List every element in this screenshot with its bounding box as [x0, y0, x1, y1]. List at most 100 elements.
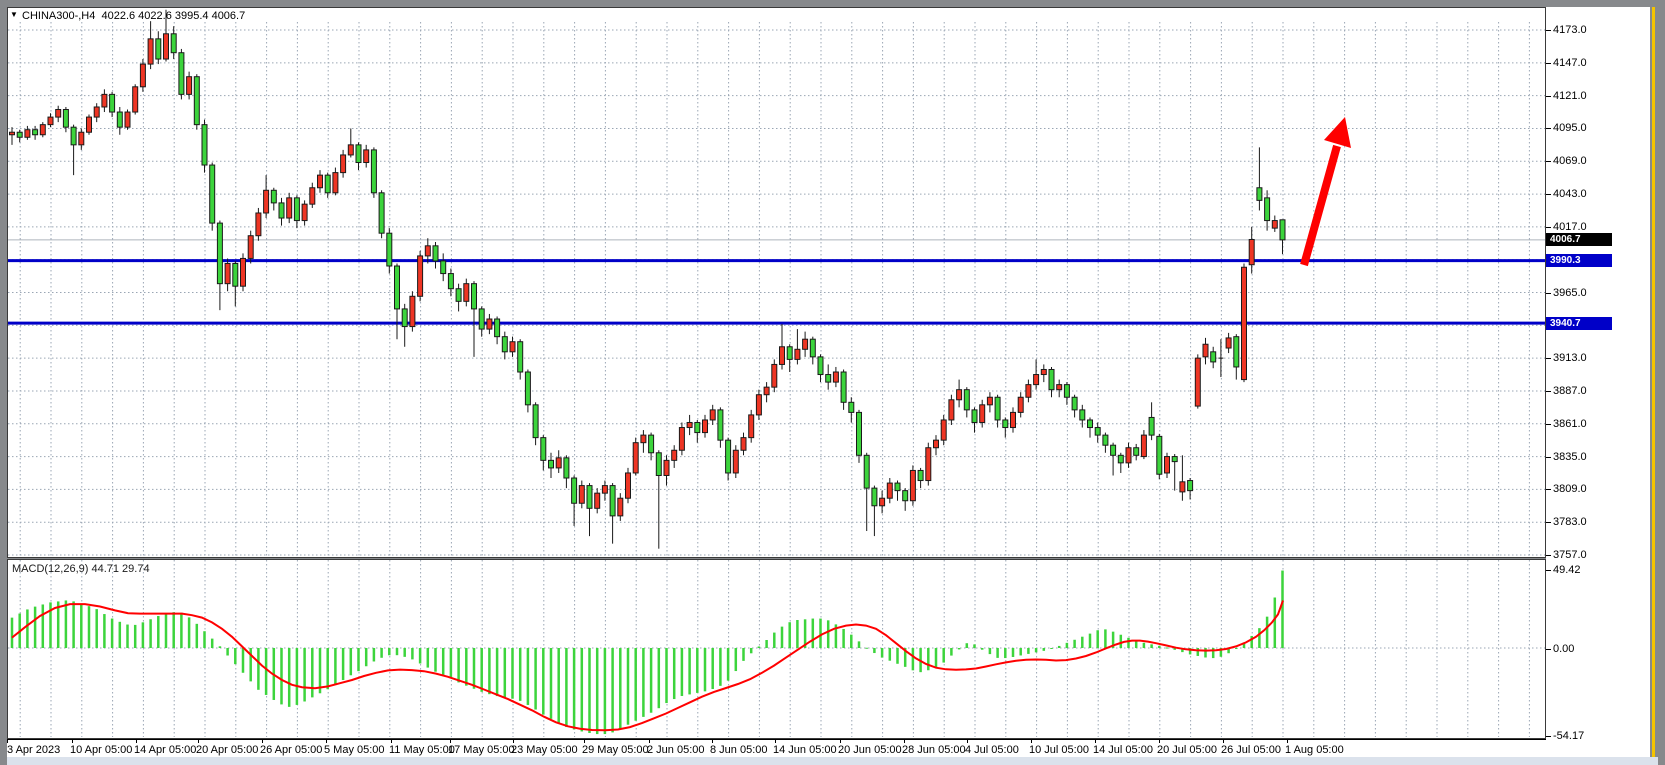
time-axis-tick	[775, 740, 776, 743]
macd-chart[interactable]	[8, 560, 1545, 738]
price-axis-label: 3913.0	[1553, 352, 1587, 364]
time-axis-tick	[198, 740, 199, 743]
macd-axis-tick	[1546, 649, 1551, 650]
time-axis-tick	[450, 740, 451, 743]
time-axis-tick	[840, 740, 841, 743]
candlestick-chart[interactable]	[8, 8, 1545, 557]
window-bottom-strip	[7, 757, 1658, 765]
price-axis-tick	[1546, 96, 1551, 97]
time-axis-tick	[649, 740, 650, 743]
price-axis-tick	[1546, 227, 1551, 228]
time-axis-label: 10 Apr 05:00	[70, 744, 132, 756]
price-axis-label: 3887.0	[1553, 385, 1587, 397]
chart-title-ohlc: CHINA300-,H4 4022.6 4022.6 3995.4 4006.7	[22, 10, 245, 22]
time-axis-tick	[136, 740, 137, 743]
macd-histogram	[11, 571, 1284, 735]
time-axis-label: 2 Jun 05:00	[647, 744, 705, 756]
bid-price-tag: 4006.7	[1546, 233, 1612, 246]
price-axis-label: 4017.0	[1553, 221, 1587, 233]
time-axis-label: 29 May 05:00	[582, 744, 649, 756]
time-axis[interactable]: 3 Apr 2023 10 Apr 05:0014 Apr 05:0020 Apr…	[7, 739, 1546, 758]
time-axis-tick	[1031, 740, 1032, 743]
price-axis-tick	[1546, 293, 1551, 294]
support-resistance-lines[interactable]	[8, 261, 1545, 324]
time-axis-tick	[262, 740, 263, 743]
price-axis-label: 4069.0	[1553, 155, 1587, 167]
macd-axis-label: 49.42	[1553, 564, 1581, 576]
price-axis-label: 4095.0	[1553, 122, 1587, 134]
price-axis-tick	[1546, 457, 1551, 458]
price-axis-label: 4147.0	[1553, 57, 1587, 69]
price-axis-label: 3757.0	[1553, 549, 1587, 561]
time-axis-label: 14 Jun 05:00	[773, 744, 837, 756]
price-axis-tick	[1546, 555, 1551, 556]
main-chart-pane[interactable]	[7, 7, 1546, 558]
hline-price-tag: 3990.3	[1546, 254, 1612, 267]
time-axis-label: 14 Apr 05:00	[134, 744, 196, 756]
time-axis-tick	[712, 740, 713, 743]
macd-axis-label: -54.17	[1553, 730, 1584, 742]
price-axis-label: 3965.0	[1553, 287, 1587, 299]
price-axis-label: 4043.0	[1553, 188, 1587, 200]
time-axis-label: 8 Jun 05:00	[710, 744, 768, 756]
time-axis-tick	[1287, 740, 1288, 743]
time-axis-label: 11 May 05:00	[389, 744, 455, 756]
macd-indicator-label: MACD(12,26,9) 44.71 29.74	[12, 563, 150, 575]
price-axis-tick	[1546, 161, 1551, 162]
time-axis-tick	[513, 740, 514, 743]
time-axis-tick	[72, 740, 73, 743]
price-axis-tick	[1546, 358, 1551, 359]
price-axis-tick	[1546, 424, 1551, 425]
time-axis-label: 20 Apr 05:00	[196, 744, 258, 756]
time-axis-label: 20 Jun 05:00	[838, 744, 902, 756]
price-axis[interactable]: 4173.0 4147.0 4121.0 4095.0 4069.0 4043.0 4017…	[1546, 7, 1650, 757]
macd-axis-tick	[1546, 736, 1551, 737]
time-axis-tick	[1223, 740, 1224, 743]
price-axis-label: 3861.0	[1553, 418, 1587, 430]
time-axis-label: 23 May 05:00	[511, 744, 578, 756]
price-axis-tick	[1546, 128, 1551, 129]
price-axis-label: 4121.0	[1553, 90, 1587, 102]
symbol-dropdown-icon[interactable]: ▼	[10, 10, 18, 19]
time-axis-tick	[1095, 740, 1096, 743]
price-axis-tick	[1546, 391, 1551, 392]
macd-signal-line	[12, 601, 1283, 731]
time-axis-label: 10 Jul 05:00	[1029, 744, 1089, 756]
pane-edge-accent	[1652, 7, 1655, 757]
time-axis-label: 26 Jul 05:00	[1221, 744, 1281, 756]
time-axis-tick	[391, 740, 392, 743]
time-axis-label: 1 Aug 05:00	[1285, 744, 1344, 756]
time-axis-tick	[1159, 740, 1160, 743]
price-axis-label: 3835.0	[1553, 451, 1587, 463]
macd-gridlines	[8, 560, 1545, 737]
price-axis-tick	[1546, 30, 1551, 31]
hline-price-tag: 3940.7	[1546, 317, 1612, 330]
price-axis-label: 3809.0	[1553, 483, 1587, 495]
trend-arrow[interactable]	[1304, 117, 1351, 265]
main-gridlines	[8, 22, 1545, 556]
time-axis-label: 4 Jul 05:00	[965, 744, 1019, 756]
price-axis-tick	[1546, 489, 1551, 490]
time-axis-label: 14 Jul 05:00	[1093, 744, 1153, 756]
time-axis-label: 5 May 05:00	[324, 744, 385, 756]
price-axis-label: 3783.0	[1553, 516, 1587, 528]
time-axis-label: 20 Jul 05:00	[1157, 744, 1217, 756]
price-axis-tick	[1546, 63, 1551, 64]
time-axis-tick	[584, 740, 585, 743]
time-axis-label: 28 Jun 05:00	[902, 744, 966, 756]
price-axis-label: 4173.0	[1553, 24, 1587, 36]
price-axis-tick	[1546, 194, 1551, 195]
time-axis-label: 26 Apr 05:00	[260, 744, 322, 756]
price-axis-tick	[1546, 522, 1551, 523]
macd-indicator-pane[interactable]	[7, 559, 1546, 739]
macd-axis-tick	[1546, 570, 1551, 571]
time-axis-label: 3 Apr 2023	[7, 744, 60, 756]
candles-group	[10, 10, 1286, 549]
time-axis-label: 17 May 05:00	[448, 744, 515, 756]
time-axis-tick	[7, 740, 8, 743]
macd-axis-label: 0.00	[1553, 643, 1574, 655]
time-axis-tick	[326, 740, 327, 743]
mt4-chart-window: { "header": { "title": "CHINA300-,H4 402…	[0, 0, 1665, 765]
time-axis-tick	[904, 740, 905, 743]
time-axis-tick	[967, 740, 968, 743]
